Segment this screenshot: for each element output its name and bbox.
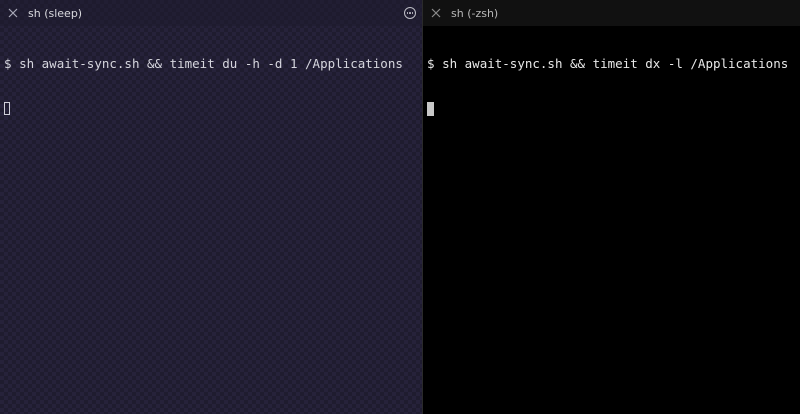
cursor-line <box>427 101 796 116</box>
more-options-icon[interactable] <box>404 7 416 19</box>
command-line: $ sh await-sync.sh && timeit dx -l /Appl… <box>427 56 796 71</box>
command-line: $ sh await-sync.sh && timeit du -h -d 1 … <box>4 56 418 71</box>
prompt: $ <box>427 56 435 71</box>
tab-bar-right: sh (-zsh) <box>423 0 800 26</box>
close-icon[interactable] <box>430 7 442 19</box>
tab-title[interactable]: sh (sleep) <box>28 7 82 20</box>
close-icon[interactable] <box>7 7 19 19</box>
cursor <box>427 102 434 116</box>
terminal-pane-left[interactable]: sh (sleep) $ sh await-sync.sh && timeit … <box>0 0 422 414</box>
terminal-window: sh (sleep) $ sh await-sync.sh && timeit … <box>0 0 800 414</box>
tab-bar-left: sh (sleep) <box>0 0 422 26</box>
prompt: $ <box>4 56 12 71</box>
command-text: sh await-sync.sh && timeit du -h -d 1 /A… <box>19 56 403 71</box>
terminal-pane-right[interactable]: sh (-zsh) $ sh await-sync.sh && timeit d… <box>422 0 800 414</box>
cursor-line <box>4 101 418 116</box>
command-text: sh await-sync.sh && timeit dx -l /Applic… <box>442 56 789 71</box>
tab-title[interactable]: sh (-zsh) <box>451 7 498 20</box>
terminal-output-left[interactable]: $ sh await-sync.sh && timeit du -h -d 1 … <box>0 26 422 414</box>
terminal-output-right[interactable]: $ sh await-sync.sh && timeit dx -l /Appl… <box>423 26 800 414</box>
cursor <box>4 102 10 115</box>
